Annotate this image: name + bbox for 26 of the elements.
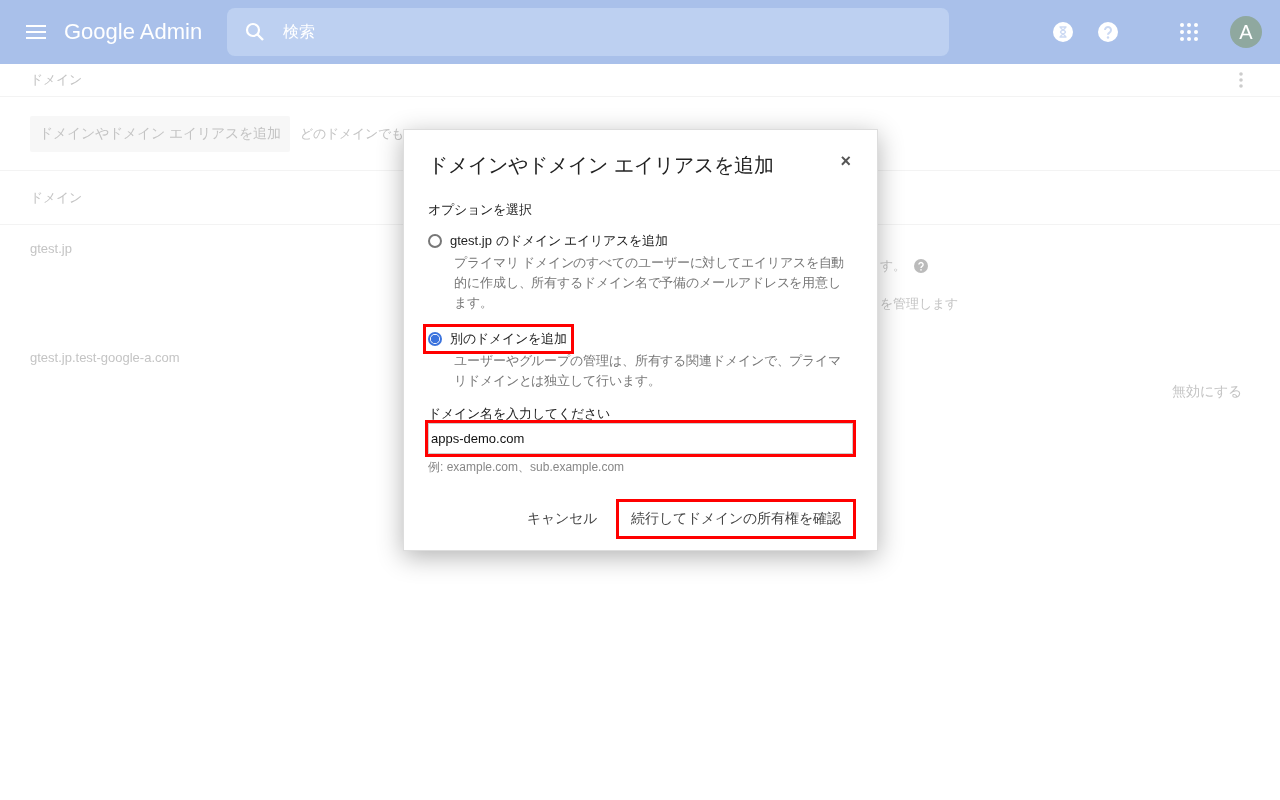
- confirm-button[interactable]: 続行してドメインの所有権を確認: [619, 502, 853, 536]
- section-label: オプションを選択: [428, 201, 533, 219]
- radio-option[interactable]: 別のドメインを追加: [426, 327, 571, 351]
- radio-option[interactable]: gtest.jp のドメイン エイリアスを追加: [426, 229, 673, 253]
- search-field[interactable]: 検索: [227, 8, 949, 56]
- page-title: ドメイン: [30, 71, 82, 89]
- search-icon: [245, 22, 265, 42]
- help-icon[interactable]: [914, 258, 928, 273]
- field-label: ドメイン名を入力してください: [428, 405, 611, 423]
- help-icon[interactable]: [1098, 22, 1118, 42]
- domain-cell: gtest.jp.test-google-a.com: [30, 350, 180, 365]
- column-header: ドメイン: [30, 188, 83, 207]
- close-button[interactable]: ×: [838, 152, 853, 170]
- domain-cell: gtest.jp: [30, 241, 72, 256]
- radio-button[interactable]: [428, 332, 442, 346]
- cancel-button[interactable]: キャンセル: [515, 502, 609, 536]
- apps-grid-icon[interactable]: [1180, 23, 1198, 41]
- option-description: ユーザーやグループの管理は、所有する関連ドメインで、プライマリドメインとは独立して行います。: [453, 353, 842, 390]
- radio-button[interactable]: [428, 234, 442, 248]
- hourglass-icon[interactable]: [1053, 22, 1073, 42]
- more-options-icon[interactable]: [1239, 72, 1243, 88]
- option-description: プライマリ ドメインのすべてのユーザーに対してエイリアスを自動的に作成し、所有するドメイン名で予備のメールアドレスを用意します。: [453, 255, 846, 312]
- menu-icon[interactable]: [26, 25, 46, 39]
- field-hint: 例: example.com、sub.example.com: [428, 459, 626, 476]
- domain-name-field[interactable]: apps-demo.com: [428, 423, 853, 454]
- dialog-title: ドメインやドメイン エイリアスを追加: [428, 153, 774, 178]
